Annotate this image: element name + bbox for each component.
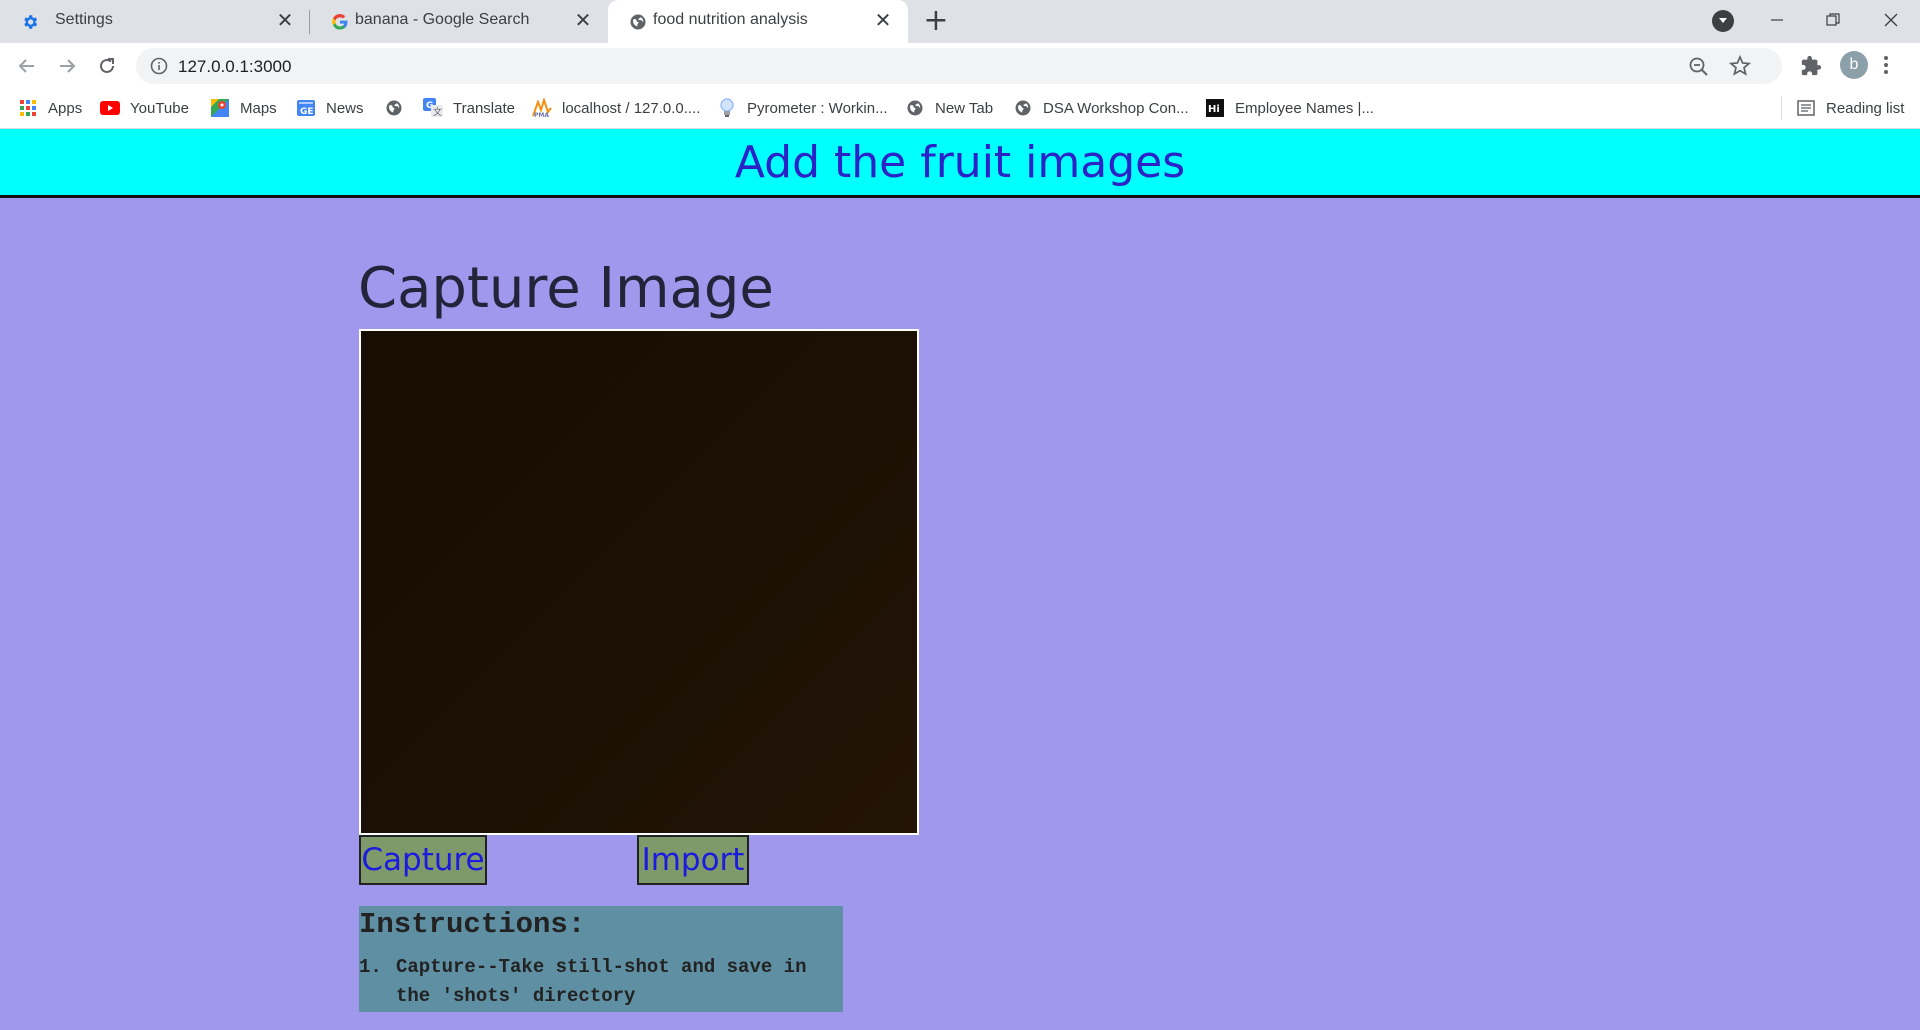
restore-button[interactable] [1808, 0, 1858, 40]
webcam-preview [359, 329, 919, 835]
svg-text:PMA: PMA [534, 112, 549, 118]
tab-title: Settings [55, 11, 113, 28]
apps-grid-icon [18, 98, 38, 118]
bookmark-globe[interactable] [384, 96, 414, 120]
instructions-title: Instructions: [359, 908, 586, 941]
back-button[interactable] [12, 51, 42, 81]
globe-icon [905, 98, 925, 118]
maps-icon [210, 98, 230, 118]
zoom-out-icon[interactable] [1688, 56, 1710, 78]
close-icon [1884, 13, 1898, 27]
avatar[interactable]: b [1840, 51, 1868, 79]
reading-list-icon [1796, 98, 1816, 118]
bookmark-label: YouTube [130, 99, 189, 117]
list-item-text-line2: the 'shots' directory [396, 985, 636, 1007]
url-text[interactable]: 127.0.0.1:3000 [178, 57, 291, 77]
bookmark-translate[interactable]: G文 Translate [423, 96, 515, 120]
browser-toolbar: 127.0.0.1:3000 b [0, 43, 1920, 88]
page-viewport: Add the fruit images Capture Image Captu… [0, 129, 1920, 1030]
google-icon [330, 12, 350, 32]
hi-icon: Hi [1205, 98, 1225, 118]
banner-title: Add the fruit images [734, 136, 1186, 188]
bookmark-localhost[interactable]: PMA localhost / 127.0.0.... [532, 96, 700, 120]
bookmark-maps[interactable]: Maps [210, 96, 277, 120]
bookmark-label: New Tab [935, 99, 994, 117]
svg-text:Hi: Hi [1208, 104, 1220, 115]
tab-title: food nutrition analysis [653, 11, 808, 28]
phpmyadmin-icon: PMA [532, 98, 552, 118]
page-banner: Add the fruit images [0, 129, 1920, 198]
tab-search-button[interactable] [1712, 10, 1734, 32]
tab-title: banana - Google Search [355, 11, 530, 28]
bookmark-label: Maps [240, 99, 277, 117]
reload-button[interactable] [92, 51, 122, 81]
forward-button[interactable] [52, 51, 82, 81]
instructions-list: 1. Capture--Take still-shot and save in … [359, 953, 843, 1011]
close-icon[interactable]: ✕ [274, 10, 296, 32]
bookmark-label: Pyrometer : Workin... [747, 99, 888, 117]
bookmarks-bar: Apps YouTube Maps GE News G 文 Translate … [0, 88, 1920, 129]
restore-icon [1826, 13, 1840, 26]
bookmark-label: Apps [48, 99, 83, 117]
instructions-panel: Instructions: 1. Capture--Take still-sho… [359, 906, 843, 1012]
close-icon[interactable]: ✕ [872, 10, 894, 32]
close-window-button[interactable] [1866, 0, 1916, 40]
bulb-icon [717, 98, 737, 118]
gear-icon [20, 12, 40, 32]
puzzle-icon[interactable] [1800, 55, 1822, 77]
translate-icon: G文 [423, 98, 443, 118]
bookmark-pyrometer[interactable]: Pyrometer : Workin... [717, 96, 888, 120]
tab-google-search[interactable]: banana - Google Search ✕ [310, 0, 608, 43]
page-title: Capture Image [358, 256, 774, 321]
tab-strip: Settings ✕ banana - Google Search ✕ food… [0, 0, 1920, 43]
star-icon[interactable] [1728, 54, 1752, 78]
more-vert-icon[interactable] [1882, 53, 1890, 77]
list-item-text-line1: Capture--Take still-shot and save in [396, 956, 807, 978]
bookmark-apps[interactable]: Apps [18, 96, 82, 120]
new-tab-button[interactable]: + [920, 6, 952, 38]
bookmark-label: localhost / 127.0.0.... [562, 99, 701, 117]
youtube-icon [100, 98, 120, 118]
bookmark-label: DSA Workshop Con... [1043, 99, 1189, 117]
close-icon[interactable]: ✕ [572, 10, 594, 32]
bookmark-label: Employee Names |... [1235, 99, 1374, 117]
globe-icon [1013, 98, 1033, 118]
bookmark-label: Translate [453, 99, 515, 117]
bookmark-label: News [326, 99, 364, 117]
news-icon: GE [296, 98, 316, 118]
chevron-down-icon [1719, 18, 1727, 23]
tab-settings[interactable]: Settings ✕ [0, 0, 310, 43]
arrow-right-icon [60, 59, 76, 73]
reload-icon [100, 58, 114, 73]
svg-text:文: 文 [433, 106, 442, 118]
list-item-number: 1. [359, 956, 382, 978]
bookmark-employee-names[interactable]: Hi Employee Names |... [1205, 96, 1374, 120]
address-bar[interactable]: 127.0.0.1:3000 [136, 48, 1782, 84]
globe-icon [628, 12, 648, 32]
capture-button[interactable]: Capture [359, 835, 487, 885]
bookmark-youtube[interactable]: YouTube [100, 96, 189, 120]
import-button[interactable]: Import [637, 835, 749, 885]
minimize-icon [1771, 19, 1783, 21]
reading-list-button[interactable]: Reading list [1796, 96, 1904, 120]
tab-food-nutrition-analysis[interactable]: food nutrition analysis ✕ [608, 0, 908, 43]
reading-list-label: Reading list [1826, 99, 1905, 117]
globe-icon [384, 98, 404, 118]
svg-text:GE: GE [300, 107, 314, 117]
bookmark-dsa-workshop[interactable]: DSA Workshop Con... [1013, 96, 1189, 120]
list-item: 1. Capture--Take still-shot and save in … [359, 953, 843, 1011]
bookmark-new-tab[interactable]: New Tab [905, 96, 993, 120]
minimize-button[interactable] [1752, 0, 1802, 40]
arrow-left-icon [18, 59, 34, 73]
bookmark-separator [1781, 96, 1782, 120]
browser-window: Settings ✕ banana - Google Search ✕ food… [0, 0, 1920, 1030]
info-icon[interactable] [150, 57, 168, 75]
bookmark-news[interactable]: GE News [296, 96, 364, 120]
